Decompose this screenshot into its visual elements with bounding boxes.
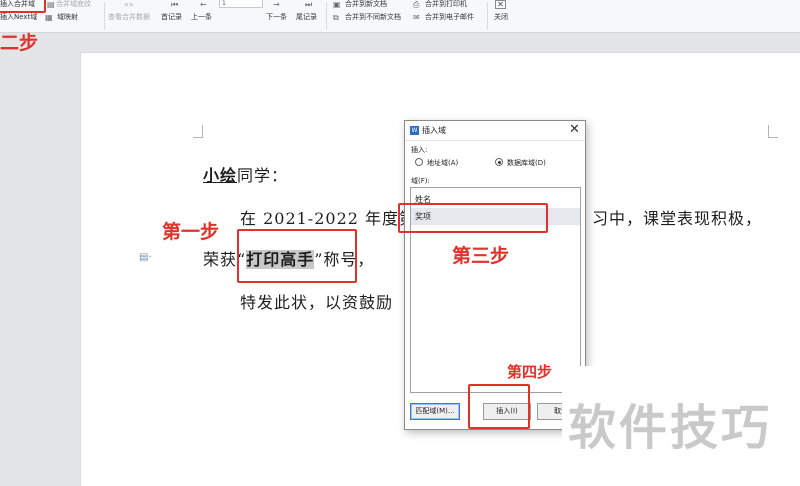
step1-highlight-box bbox=[237, 229, 357, 283]
first-record-button[interactable]: 首记录 bbox=[161, 13, 182, 22]
record-number-field[interactable]: 1 bbox=[219, 0, 263, 8]
dialog-title-bar: W 插入域 ✕ bbox=[405, 121, 585, 141]
merge-email-button[interactable]: 合并到电子邮件 bbox=[425, 13, 474, 22]
step4-highlight-box bbox=[468, 384, 530, 429]
insert-next-field-button[interactable]: 插入Next域 bbox=[0, 13, 37, 22]
view-merged-data-button[interactable]: 查看合并数据 bbox=[108, 13, 150, 22]
ribbon-separator bbox=[104, 2, 105, 30]
first-record-icon: ⏮ bbox=[171, 0, 179, 9]
printer-icon: ⎙ bbox=[413, 0, 420, 9]
view-merged-data-icon: «» bbox=[124, 0, 134, 9]
close-icon[interactable]: ✕ bbox=[495, 0, 506, 9]
body-line-1: 在 2021-2022 年度第 bbox=[240, 209, 417, 228]
student-name: 小绘 bbox=[203, 166, 238, 185]
merge-new-doc-button[interactable]: 合并到新文档 bbox=[345, 0, 387, 9]
last-record-icon: ⏭ bbox=[305, 0, 313, 9]
dialog-close-icon[interactable]: ✕ bbox=[569, 122, 580, 137]
previous-icon: ← bbox=[200, 0, 207, 9]
step2-highlight-box bbox=[0, 0, 46, 13]
body-line-1-tail: 习中，课堂表现积极， bbox=[592, 209, 763, 228]
insert-label: 插入: bbox=[411, 146, 428, 154]
next-button[interactable]: 下一条 bbox=[266, 13, 287, 22]
body-line-3: 特发此状，以资鼓励 bbox=[240, 293, 394, 312]
previous-button[interactable]: 上一条 bbox=[191, 13, 212, 22]
database-field-radio[interactable] bbox=[495, 158, 503, 166]
dialog-title: 插入域 bbox=[422, 126, 446, 135]
ribbon-separator bbox=[487, 2, 488, 30]
address-field-radio[interactable] bbox=[415, 158, 423, 166]
mail-merge-ribbon: 插入合并域 ▤ 合并域底纹 插入Next域 ▦ 域映射 «» 查看合并数据 ⏮ … bbox=[0, 0, 800, 33]
step3-highlight-box bbox=[398, 203, 548, 233]
fields-label: 域(F): bbox=[411, 177, 430, 185]
email-icon: ✉ bbox=[413, 13, 420, 22]
watermark-text: 软件技巧 bbox=[568, 400, 773, 456]
step4-label: 第四步 bbox=[507, 363, 553, 381]
salutation-text: 同学： bbox=[237, 166, 289, 185]
merge-different-docs-button[interactable]: 合并到不同新文档 bbox=[345, 13, 401, 22]
step1-label: 第一步 bbox=[162, 221, 220, 243]
field-mapping-icon: ▦ bbox=[45, 13, 53, 22]
paragraph-icon: ▤· bbox=[139, 252, 152, 263]
page-corner-mark bbox=[193, 125, 203, 138]
next-icon: → bbox=[273, 0, 280, 9]
match-fields-button[interactable]: 匹配域(M)... bbox=[410, 403, 460, 420]
last-record-button[interactable]: 尾记录 bbox=[296, 13, 317, 22]
field-mapping-button[interactable]: 域映射 bbox=[57, 13, 78, 22]
step2-label: 二步 bbox=[0, 32, 39, 54]
close-button[interactable]: 关闭 bbox=[494, 13, 508, 22]
merge-printer-button[interactable]: 合并到打印机 bbox=[425, 0, 467, 9]
merge-field-shading-icon: ▤ bbox=[47, 0, 55, 9]
step3-label: 第三步 bbox=[452, 245, 510, 267]
wps-app-icon: W bbox=[410, 126, 419, 135]
merge-field-shading-button[interactable]: 合并域底纹 bbox=[56, 0, 91, 9]
address-field-label: 地址域(A) bbox=[427, 159, 459, 167]
salutation: 小绘同学： bbox=[203, 162, 288, 186]
merge-new-doc-icon: ▣ bbox=[333, 0, 341, 9]
page-corner-mark bbox=[768, 125, 778, 138]
database-field-label: 数据库域(D) bbox=[507, 159, 546, 167]
merge-different-docs-icon: ⧉ bbox=[333, 13, 339, 22]
ribbon-separator bbox=[326, 2, 327, 30]
